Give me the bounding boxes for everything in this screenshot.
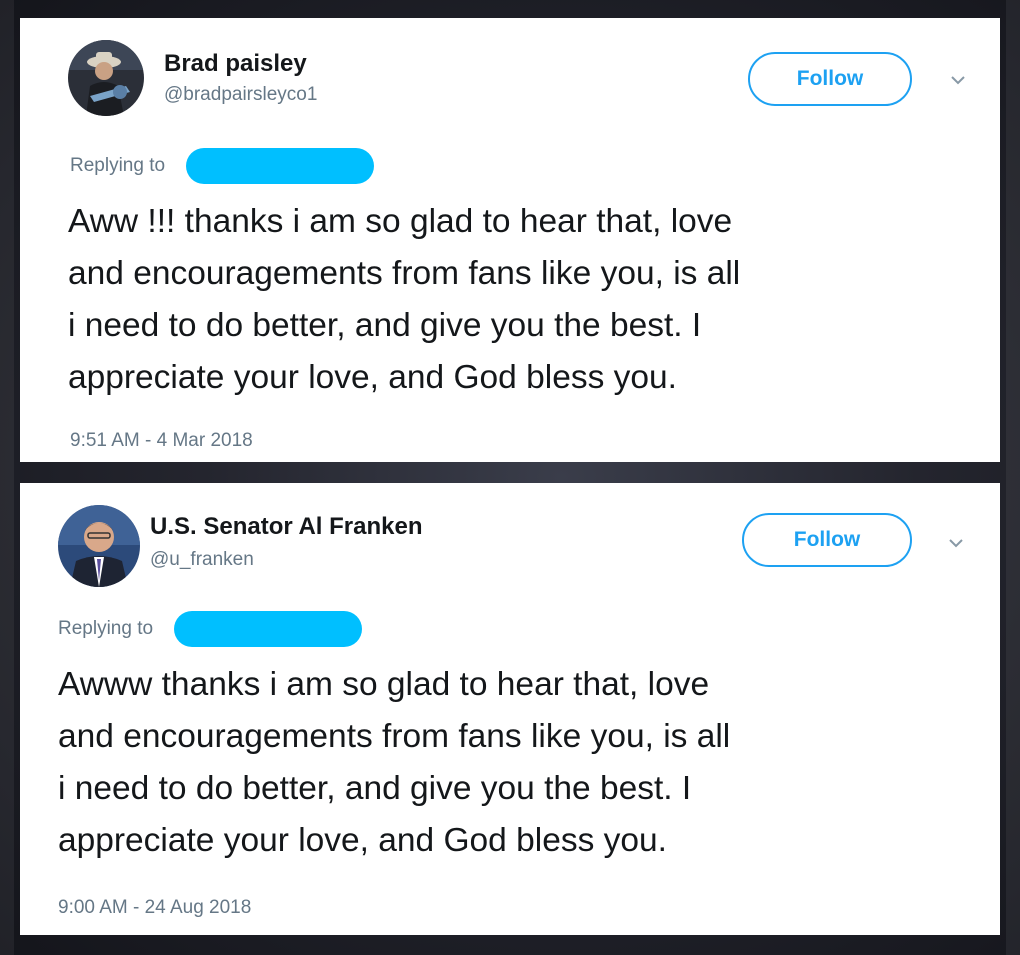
tweet-text-line: and encouragements from fans like you, i… xyxy=(58,718,731,755)
user-avatar[interactable] xyxy=(58,505,140,587)
chevron-down-icon[interactable] xyxy=(948,70,968,90)
user-handle[interactable]: @bradpairsleyco1 xyxy=(164,84,317,106)
tweet-text: Aww !!! thanks i am so glad to hear that… xyxy=(68,196,740,404)
follow-button[interactable]: Follow xyxy=(748,52,912,106)
replying-to-label: Replying to xyxy=(58,618,154,639)
man-in-suit-avatar-icon xyxy=(58,505,140,587)
follow-button[interactable]: Follow xyxy=(742,513,912,567)
tweet-text-line: i need to do better, and give you the be… xyxy=(68,307,702,344)
tweet-timestamp[interactable]: 9:00 AM - 24 Aug 2018 xyxy=(58,897,251,919)
background-streak xyxy=(0,0,14,955)
tweet-timestamp[interactable]: 9:51 AM - 4 Mar 2018 xyxy=(70,430,253,452)
tweet-text-line: and encouragements from fans like you, i… xyxy=(68,255,741,292)
tweet-text: Awww thanks i am so glad to hear that, l… xyxy=(58,659,730,867)
replying-to-label: Replying to xyxy=(70,155,166,176)
chevron-down-icon[interactable] xyxy=(946,533,966,553)
display-name[interactable]: Brad paisley xyxy=(164,50,307,78)
tweet-card: U.S. Senator Al Franken @u_franken Follo… xyxy=(20,483,1000,935)
background-streak xyxy=(1006,0,1020,955)
tweet-text-line: appreciate your love, and God bless you. xyxy=(68,359,677,396)
display-name[interactable]: U.S. Senator Al Franken xyxy=(150,513,423,541)
tweet-text-line: Aww !!! thanks i am so glad to hear that… xyxy=(68,203,733,240)
tweet-text-line: Awww thanks i am so glad to hear that, l… xyxy=(58,666,710,703)
user-handle[interactable]: @u_franken xyxy=(150,549,254,571)
redacted-username xyxy=(174,611,362,647)
tweet-text-line: appreciate your love, and God bless you. xyxy=(58,822,667,859)
user-avatar[interactable] xyxy=(68,40,144,116)
tweet-card: Brad paisley @bradpairsleyco1 Follow Rep… xyxy=(20,18,1000,462)
person-with-guitar-avatar-icon xyxy=(68,40,144,116)
redacted-username xyxy=(186,148,374,184)
tweet-text-line: i need to do better, and give you the be… xyxy=(58,770,692,807)
